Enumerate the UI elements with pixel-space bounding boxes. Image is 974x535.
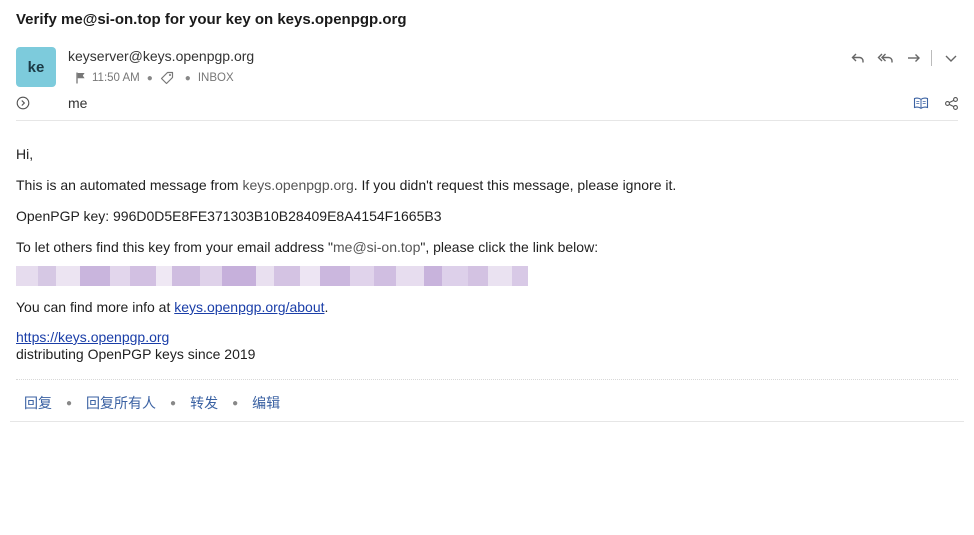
more-info-text: You can find more info at	[16, 299, 175, 315]
key-fingerprint: OpenPGP key: 996D0D5E8FE371303B10B28409E…	[16, 208, 442, 224]
site-name: keys.openpgp.org	[242, 177, 354, 193]
message-time: 11:50 AM	[92, 72, 140, 84]
signature-tagline: distributing OpenPGP keys since 2019	[16, 346, 256, 362]
more-info-tail: .	[324, 299, 329, 315]
flag-icon[interactable]	[74, 71, 88, 85]
intro-text-tail: . If you didn't request this message, pl…	[353, 177, 677, 193]
action-separator: ●	[170, 397, 177, 409]
book-open-icon[interactable]	[912, 95, 930, 111]
about-link[interactable]: keys.openpgp.org/about	[174, 299, 324, 315]
meta-separator: ●	[184, 72, 191, 84]
greeting: Hi,	[16, 146, 34, 162]
tag-icon[interactable]	[160, 71, 174, 85]
message-meta: 11:50 AM ● ● INBOX	[74, 71, 234, 85]
reply-button[interactable]: 回复	[24, 393, 52, 413]
instruction-line: To let others find this key from your em…	[16, 238, 946, 256]
folder-label[interactable]: INBOX	[198, 72, 234, 84]
reply-all-icon[interactable]	[877, 49, 895, 67]
action-separator: ●	[66, 397, 73, 409]
view-tools	[900, 95, 960, 111]
sender-address[interactable]: keyserver@keys.openpgp.org	[68, 48, 254, 64]
chevron-down-icon[interactable]	[942, 49, 960, 67]
footer-divider	[10, 421, 964, 422]
signature: https://keys.openpgp.org distributing Op…	[16, 329, 946, 363]
toolbar-divider	[931, 50, 932, 66]
message-body: Hi, This is an automated message from ke…	[16, 145, 946, 363]
reply-all-button[interactable]: 回复所有人	[86, 393, 156, 413]
reply-icon[interactable]	[849, 49, 867, 67]
instruction-text-tail: ", please click the link below:	[420, 239, 599, 255]
sender-avatar: ke	[16, 47, 56, 87]
redacted-verification-link[interactable]	[16, 266, 548, 286]
share-icon[interactable]	[942, 95, 960, 111]
recipient-row: me	[16, 95, 87, 111]
homepage-link[interactable]: https://keys.openpgp.org	[16, 329, 169, 345]
action-separator: ●	[232, 397, 239, 409]
forward-icon[interactable]	[905, 49, 923, 67]
email-address: me@si-on.top	[333, 239, 421, 255]
expand-circle-icon[interactable]	[16, 96, 30, 110]
message-actions	[839, 49, 960, 67]
header-divider	[16, 120, 958, 121]
body-divider	[16, 379, 958, 380]
intro-line: This is an automated message from keys.o…	[16, 176, 946, 194]
forward-button[interactable]: 转发	[190, 393, 218, 413]
recipient-name[interactable]: me	[68, 95, 87, 111]
message-subject: Verify me@si-on.top for your key on keys…	[16, 11, 407, 28]
more-info-line: You can find more info at keys.openpgp.o…	[16, 298, 946, 316]
quick-actions: 回复 ● 回复所有人 ● 转发 ● 编辑	[24, 393, 280, 413]
intro-text: This is an automated message from	[16, 177, 243, 193]
meta-separator: ●	[146, 72, 153, 84]
edit-button[interactable]: 编辑	[252, 393, 280, 413]
instruction-text: To let others find this key from your em…	[16, 239, 333, 255]
